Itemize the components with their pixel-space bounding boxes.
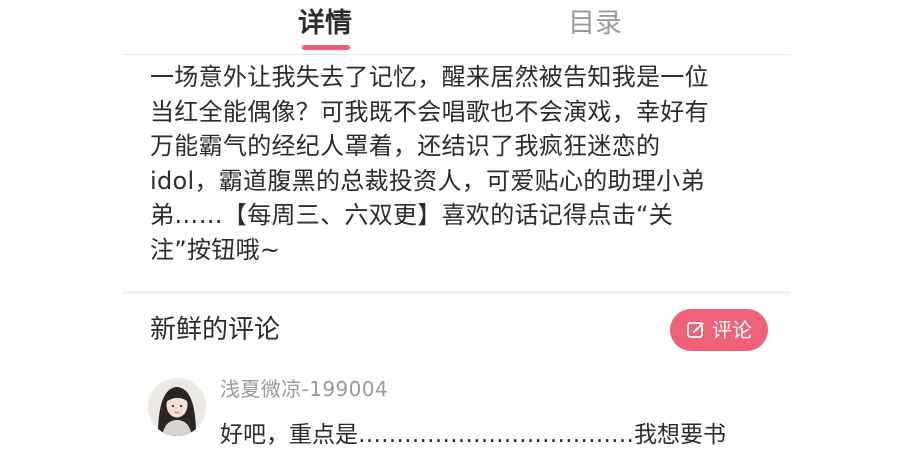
write-comment-label: 评论 xyxy=(712,318,752,342)
comments-section-title: 新鲜的评论 xyxy=(150,315,281,345)
tab-detail[interactable]: 详情 xyxy=(270,4,380,48)
active-tab-indicator xyxy=(302,45,350,50)
description-line: idol，霸道腹黑的总裁投资人，可爱贴心的助理小弟 xyxy=(150,166,705,195)
book-description: 一场意外让我失去了记忆，醒来居然被告知我是一位 当红全能偶像？可我既不会唱歌也不… xyxy=(150,60,770,267)
description-line: 弟……【每周三、六双更】喜欢的话记得点击“关 xyxy=(150,201,674,229)
description-line: 万能霸气的经纪人罩着，还结识了我疯狂迷恋的 xyxy=(150,132,661,160)
tab-catalog[interactable]: 目录 xyxy=(540,4,650,48)
description-line: 当红全能偶像？可我既不会唱歌也不会演戏，幸好有 xyxy=(150,97,709,126)
write-comment-button[interactable]: 评论 xyxy=(670,309,768,351)
book-detail-page: 详情 目录 一场意外让我失去了记忆，醒来居然被告知我是一位 当红全能偶像？可我既… xyxy=(0,0,900,454)
avatar[interactable] xyxy=(148,378,206,436)
section-divider xyxy=(123,291,791,294)
tab-bar: 详情 目录 xyxy=(0,0,900,54)
comment-username[interactable]: 浅夏微凉-199004 xyxy=(220,374,388,404)
edit-icon xyxy=(686,320,706,340)
description-line: 注”按钮哦~ xyxy=(150,235,281,264)
comment-text: 好吧，重点是………………………………我想要书 xyxy=(220,422,726,448)
description-line: 一场意外让我失去了记忆，醒来居然被告知我是一位 xyxy=(150,63,709,91)
tab-divider xyxy=(123,54,791,55)
